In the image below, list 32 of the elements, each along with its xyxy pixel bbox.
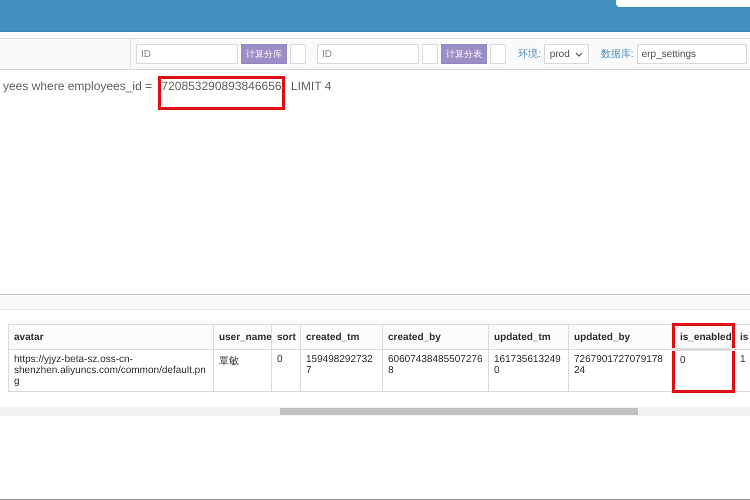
database-input[interactable]: erp_settings: [636, 44, 747, 64]
table-cell: 覃敏: [214, 350, 272, 392]
column-header: sort: [272, 324, 300, 350]
column-header: created_tm: [300, 324, 382, 350]
table-cell: 1594982927327: [300, 350, 382, 392]
table-cell: https://yjyz-beta-sz.oss-cn-shenzhen.aliyuncs.com/common/default.png: [8, 350, 214, 392]
table-cell: 1617356132490: [488, 350, 568, 392]
column-header: updated_by: [568, 324, 674, 350]
column-header: is_enabled: [674, 324, 734, 350]
id-input[interactable]: ID: [136, 44, 238, 64]
horizontal-scrollbar[interactable]: [0, 407, 750, 416]
compute-db-button[interactable]: 计算分库: [241, 44, 287, 64]
result-field[interactable]: [422, 44, 438, 64]
table-cell: 606074384855072768: [382, 350, 488, 392]
database-label: 数据库:: [600, 48, 634, 61]
env-label: 环境:: [518, 48, 541, 61]
column-header: avatar: [8, 324, 214, 350]
column-header: created_by: [382, 324, 488, 350]
id-input[interactable]: ID: [317, 44, 419, 64]
scrollbar-thumb[interactable]: [280, 408, 638, 415]
compute-table-button[interactable]: 计算分表: [441, 44, 487, 64]
column-header: updated_tm: [488, 324, 568, 350]
env-select[interactable]: prod: [544, 44, 589, 64]
highlighted-query-text: 720853290893846656: [158, 76, 285, 110]
column-header: user_name: [214, 324, 272, 350]
query-text: LIMIT 4: [290, 78, 332, 95]
table-cell: 0: [674, 350, 734, 392]
chevron-icon: [574, 52, 583, 56]
result-field[interactable]: [490, 44, 506, 64]
result-field[interactable]: [290, 44, 306, 64]
query-text: yees where employees_id =: [2, 78, 154, 95]
table-cell: 0: [272, 350, 300, 392]
